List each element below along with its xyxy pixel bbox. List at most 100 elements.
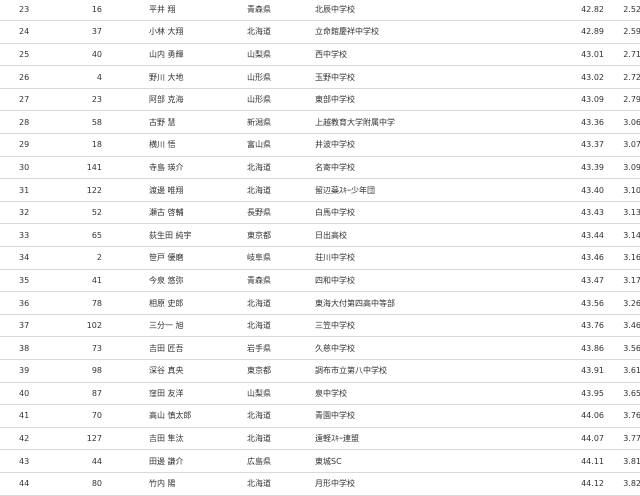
athlete-name-cell: 竹内 陽 [124,472,235,496]
prefecture-cell: 東京都 [235,359,303,383]
athlete-name-cell: 寺島 瑛介 [124,156,235,180]
time-difference-cell: 3.16 [604,246,640,270]
result-row: 27 23 阿部 克海 山形県 東部中学校 43.09 2.79 [0,88,640,112]
rank-cell: 44 [0,472,64,496]
prefecture-cell: 新潟県 [235,110,303,135]
rank-cell: 29 [0,133,64,157]
bib-number-cell: 65 [64,223,124,248]
result-row: 37 102 三分一 旭 北海道 三笠中学校 43.76 3.46 [0,314,640,338]
athlete-name-cell: 笹戸 優磨 [124,246,235,270]
rank-cell: 38 [0,336,64,360]
bib-number-cell: 80 [64,472,124,496]
result-row: 34 2 笹戸 優磨 岐阜県 荘川中学校 43.46 3.16 [0,246,640,270]
time-difference-cell: 3.14 [604,223,640,248]
team-cell: 上越教育大学附属中学 [303,110,535,135]
rank-cell: 43 [0,449,64,473]
result-row: 32 52 瀬古 啓輔 長野県 白馬中学校 43.43 3.13 [0,201,640,225]
rank-cell: 30 [0,156,64,180]
prefecture-cell: 山梨県 [235,43,303,67]
athlete-name-cell: 小林 大翔 [124,20,235,44]
result-row: 42 127 吉田 隼汰 北海道 遠軽ｽｷｰ連盟 44.07 3.77 [0,427,640,451]
rank-cell: 32 [0,201,64,225]
time-cell: 43.86 [535,336,604,360]
athlete-name-cell: 山内 勇輝 [124,43,235,67]
athlete-name-cell: 渡邊 唯翔 [124,178,235,202]
team-cell: 東海大付第四高中等部 [303,291,535,315]
bib-number-cell: 4 [64,65,124,89]
athlete-name-cell: 相原 史郎 [124,291,235,315]
athlete-name-cell: 吉田 隼汰 [124,427,235,451]
prefecture-cell: 北海道 [235,404,303,428]
team-cell: 東部中学校 [303,88,535,112]
prefecture-cell: 北海道 [235,314,303,338]
prefecture-cell: 北海道 [235,291,303,315]
athlete-name-cell: 吉田 匠吾 [124,336,235,360]
time-cell: 44.12 [535,472,604,496]
bib-number-cell: 40 [64,43,124,67]
time-difference-cell: 3.17 [604,269,640,293]
prefecture-cell: 北海道 [235,427,303,451]
prefecture-cell: 山梨県 [235,382,303,406]
athlete-name-cell: 深谷 真央 [124,359,235,383]
prefecture-cell: 長野県 [235,201,303,225]
time-difference-cell: 2.59 [604,20,640,44]
athlete-name-cell: 今泉 悠弥 [124,269,235,293]
bib-number-cell: 122 [64,178,124,202]
time-cell: 42.89 [535,20,604,44]
team-cell: 白馬中学校 [303,201,535,225]
bib-number-cell: 87 [64,382,124,406]
athlete-name-cell: 三分一 旭 [124,314,235,338]
time-difference-cell: 3.81 [604,449,640,473]
time-cell: 43.40 [535,178,604,202]
time-difference-cell: 2.79 [604,88,640,112]
athlete-name-cell: 窪田 友洋 [124,382,235,406]
time-difference-cell: 3.61 [604,359,640,383]
time-difference-cell: 2.52 [604,0,640,22]
prefecture-cell: 北海道 [235,20,303,44]
time-cell: 43.37 [535,133,604,157]
time-cell: 43.56 [535,291,604,315]
result-row: 31 122 渡邊 唯翔 北海道 留辺蘂ｽｷｰ少年団 43.40 3.10 [0,178,640,202]
bib-number-cell: 18 [64,133,124,157]
time-difference-cell: 3.76 [604,404,640,428]
prefecture-cell: 山形県 [235,88,303,112]
time-cell: 43.76 [535,314,604,338]
bib-number-cell: 2 [64,246,124,270]
team-cell: 泉中学校 [303,382,535,406]
bib-number-cell: 52 [64,201,124,225]
prefecture-cell: 富山県 [235,133,303,157]
rank-cell: 31 [0,178,64,202]
result-row: 41 70 高山 慎太郎 北海道 青園中学校 44.06 3.76 [0,404,640,428]
athlete-name-cell: 古野 慧 [124,110,235,135]
athlete-name-cell: 荻生田 純宇 [124,223,235,248]
rank-cell: 35 [0,269,64,293]
rank-cell: 34 [0,246,64,270]
bib-number-cell: 102 [64,314,124,338]
rank-cell: 40 [0,382,64,406]
athlete-name-cell: 平井 翔 [124,0,235,22]
athlete-name-cell: 横川 悟 [124,133,235,157]
athlete-name-cell: 田邊 謙介 [124,449,235,473]
athlete-name-cell: 瀬古 啓輔 [124,201,235,225]
bib-number-cell: 98 [64,359,124,383]
time-cell: 42.82 [535,0,604,22]
rank-cell: 24 [0,20,64,44]
time-difference-cell: 3.77 [604,427,640,451]
time-cell: 43.43 [535,201,604,225]
results-table: 23 16 平井 翔 青森県 北辰中学校 42.82 2.52 24 37 小林… [0,0,640,496]
time-cell: 43.02 [535,65,604,89]
athlete-name-cell: 高山 慎太郎 [124,404,235,428]
result-row: 33 65 荻生田 純宇 東京都 日出高校 43.44 3.14 [0,223,640,248]
team-cell: 名寄中学校 [303,156,535,180]
time-cell: 43.01 [535,43,604,67]
team-cell: 遠軽ｽｷｰ連盟 [303,427,535,451]
time-cell: 43.09 [535,88,604,112]
team-cell: 調布市立第八中学校 [303,359,535,383]
prefecture-cell: 広島県 [235,449,303,473]
time-difference-cell: 3.82 [604,472,640,496]
rank-cell: 23 [0,0,64,22]
time-difference-cell: 3.65 [604,382,640,406]
team-cell: 四和中学校 [303,269,535,293]
team-cell: 三笠中学校 [303,314,535,338]
rank-cell: 36 [0,291,64,315]
